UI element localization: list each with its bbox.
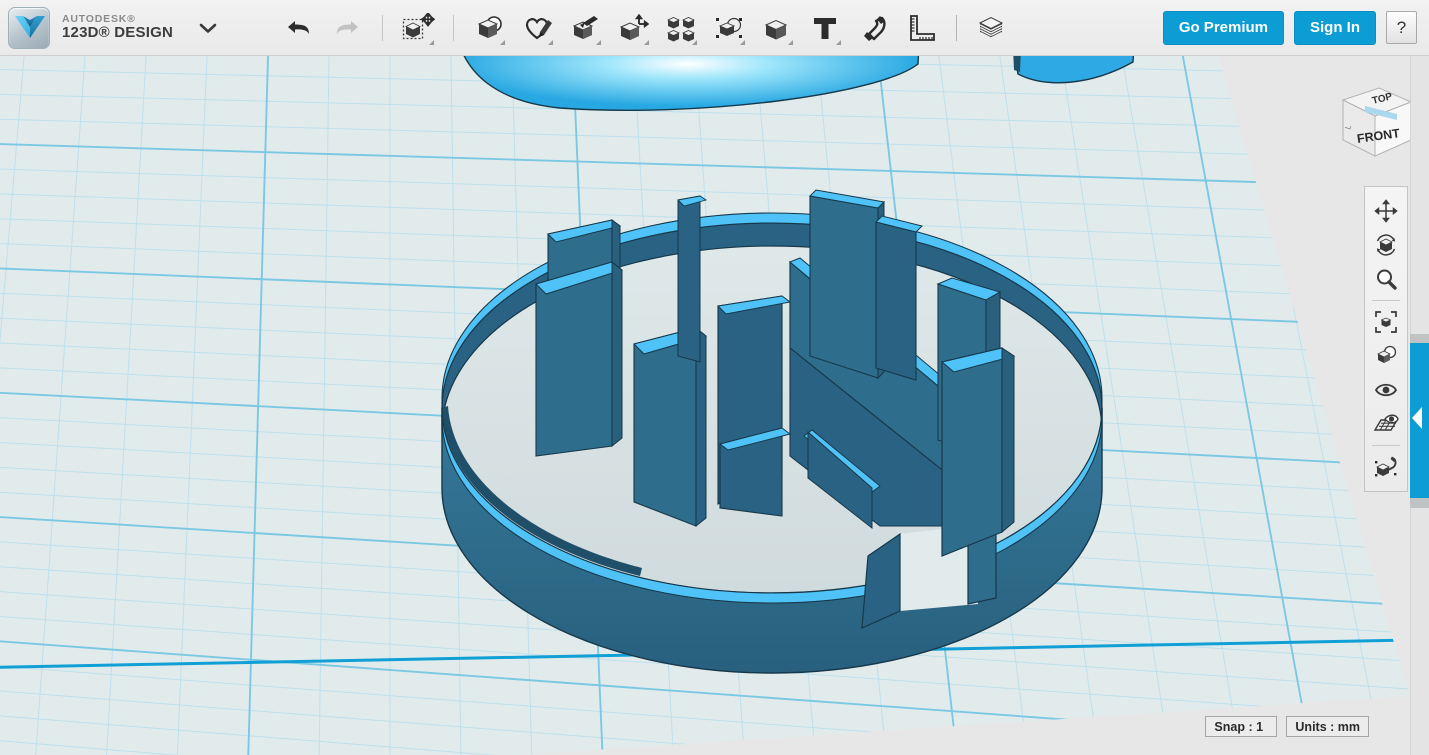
sketch-tool-button[interactable] — [518, 9, 556, 47]
view-style-button[interactable] — [1368, 339, 1404, 373]
flyout-indicator — [644, 40, 649, 45]
right-scroll-track[interactable] — [1410, 56, 1429, 755]
nav-divider — [1372, 445, 1400, 446]
grouping-tool-button[interactable] — [710, 9, 748, 47]
brand-text: AUTODESK® 123D® DESIGN — [62, 14, 173, 41]
snap-magnet-icon — [858, 14, 888, 42]
flyout-indicator — [429, 40, 434, 45]
maze-pillar-front-right — [942, 348, 1014, 556]
modify-arrows-cube-icon — [617, 14, 649, 42]
snap-tool-button[interactable] — [854, 9, 892, 47]
autodesk-123d-logo-icon[interactable] — [8, 7, 50, 49]
measure-ruler-icon — [906, 14, 936, 42]
chevron-down-icon[interactable] — [199, 22, 217, 34]
fit-to-view-icon — [1374, 310, 1398, 334]
orbit-cube-rotate-icon — [1374, 233, 1398, 257]
text-t-icon — [810, 14, 840, 42]
pan-button[interactable] — [1368, 194, 1404, 228]
view-style-cube-icon — [1374, 344, 1398, 368]
transform-move-icon — [401, 13, 435, 43]
flyout-indicator — [692, 40, 697, 45]
main-toolbar — [275, 9, 1016, 47]
combine-tool-button[interactable] — [758, 9, 796, 47]
toolbar-separator — [956, 15, 957, 41]
pan-cross-arrows-icon — [1374, 199, 1398, 223]
primitives-cube-sphere-icon — [473, 14, 505, 42]
grid-settings-button[interactable] — [1368, 407, 1404, 441]
scroll-cap-bottom — [1410, 498, 1429, 508]
brand-area[interactable]: AUTODESK® 123D® DESIGN — [0, 7, 217, 49]
flyout-indicator — [596, 40, 601, 45]
app-header: AUTODESK® 123D® DESIGN — [0, 0, 1429, 56]
view-cube-icon[interactable]: TOP FRONT L — [1319, 78, 1423, 168]
zoom-button[interactable] — [1368, 262, 1404, 296]
header-account-actions: Go Premium Sign In ? — [1153, 11, 1429, 45]
magnifier-icon — [1374, 267, 1398, 291]
fit-button[interactable] — [1368, 305, 1404, 339]
right-panel-expander[interactable] — [1410, 343, 1429, 498]
visibility-button[interactable] — [1368, 373, 1404, 407]
material-tool-button[interactable] — [973, 9, 1011, 47]
redo-button[interactable] — [328, 9, 366, 47]
chevron-left-icon — [1412, 407, 1422, 429]
help-button[interactable]: ? — [1386, 11, 1417, 44]
flyout-indicator — [836, 40, 841, 45]
viewport-3d[interactable]: TOP FRONT L — [0, 56, 1429, 755]
sign-in-button[interactable]: Sign In — [1294, 11, 1376, 45]
toolbar-separator — [382, 15, 383, 41]
construct-tool-button[interactable] — [566, 9, 604, 47]
object-snap-button[interactable] — [1368, 450, 1404, 484]
flyout-indicator — [500, 40, 505, 45]
construct-extrude-icon — [569, 14, 601, 42]
scene-render — [0, 56, 1429, 755]
nav-divider — [1372, 300, 1400, 301]
pattern-four-cubes-icon — [666, 14, 696, 42]
navigation-toolbar — [1364, 186, 1408, 492]
view-cube-geometry: TOP FRONT L — [1343, 88, 1411, 156]
orbit-button[interactable] — [1368, 228, 1404, 262]
units-status-field[interactable]: Units : mm — [1286, 716, 1369, 737]
eye-icon — [1374, 378, 1398, 402]
pattern-tool-button[interactable] — [662, 9, 700, 47]
toolbar-separator — [453, 15, 454, 41]
flyout-indicator — [548, 40, 553, 45]
snap-status-field[interactable]: Snap : 1 — [1205, 716, 1277, 737]
modify-tool-button[interactable] — [614, 9, 652, 47]
brand-product: 123D® DESIGN — [62, 25, 173, 41]
flyout-indicator — [740, 40, 745, 45]
status-bar: Snap : 1 Units : mm — [1196, 716, 1369, 737]
measure-tool-button[interactable] — [902, 9, 940, 47]
go-premium-button[interactable]: Go Premium — [1163, 11, 1284, 45]
logo-v-glyph — [15, 16, 45, 42]
material-layers-icon — [975, 13, 1009, 43]
transform-tool-button[interactable] — [399, 9, 437, 47]
sketch-pencil-icon — [521, 14, 553, 42]
text-tool-button[interactable] — [806, 9, 844, 47]
undo-button[interactable] — [280, 9, 318, 47]
flyout-indicator — [788, 40, 793, 45]
grid-plane-icon — [1373, 412, 1399, 436]
combine-cube-icon — [761, 14, 793, 42]
grouping-select-icon — [713, 14, 745, 42]
primitives-tool-button[interactable] — [470, 9, 508, 47]
app-root: AUTODESK® 123D® DESIGN — [0, 0, 1429, 755]
object-snap-cube-icon — [1373, 455, 1399, 479]
